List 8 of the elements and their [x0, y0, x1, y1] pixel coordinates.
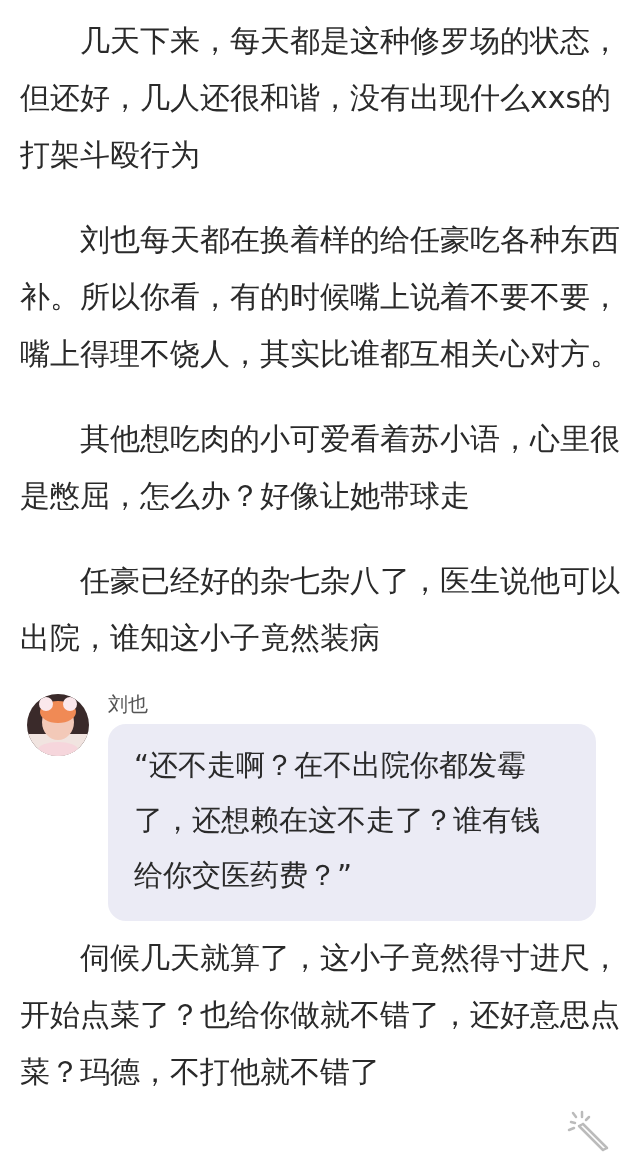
dialogue-bubble: “还不走啊？在不出院你都发霉了，还想赖在这不走了？谁有钱给你交医药费？”: [108, 724, 596, 921]
paragraph: 伺候几天就算了，这小子竟然得寸进尺，开始点菜了？也给你做就不错了，还好意思点菜？玛德，不打他就不错了: [20, 939, 620, 1091]
speaker-name: 刘也: [108, 692, 149, 716]
paragraph: 刘也每天都在换着样的给任豪吃各种东西补。所以你看，有的时候嘴上说着不要不要，嘴上得理不饶人，其实比谁都互相关心对方。: [20, 221, 620, 373]
paragraph: 其他想吃肉的小可爱看着苏小语，心里很是憋屈，怎么办？好像让她带球走: [20, 420, 620, 515]
magic-wand-icon[interactable]: [565, 1110, 611, 1154]
paragraph: 几天下来，每天都是这种修罗场的状态，但还好，几人还很和谐，没有出现什么xxs的打架斗殴行为: [20, 22, 620, 174]
paragraph: 任豪已经好的杂七杂八了，医生说他可以出院，谁知这小子竟然装病: [20, 562, 620, 657]
